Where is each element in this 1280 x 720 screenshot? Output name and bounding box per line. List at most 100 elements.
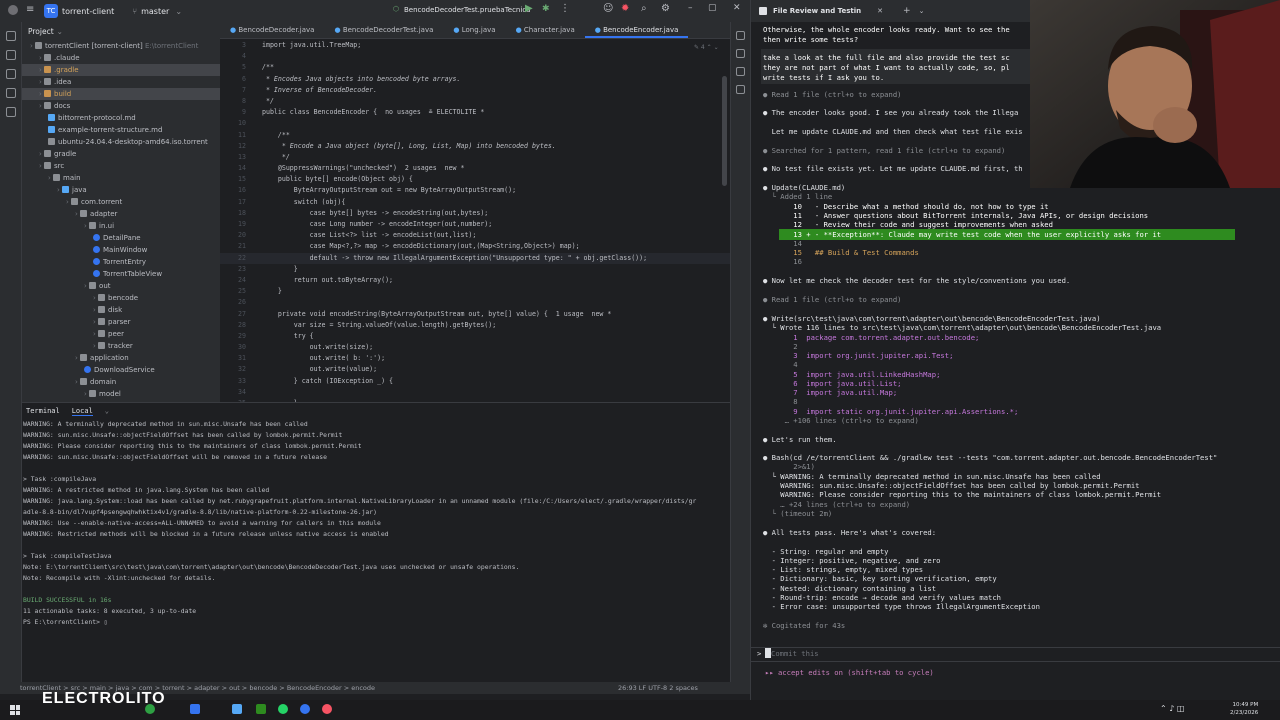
line-number[interactable]: 28: [220, 320, 252, 331]
line-number[interactable]: 29: [220, 331, 252, 342]
tree-item[interactable]: bittorrent-protocol.md: [22, 112, 220, 124]
gutter[interactable]: [252, 208, 262, 219]
status-right-info[interactable]: 26:93 LF UTF-8 2 spaces: [618, 682, 698, 694]
gutter[interactable]: [252, 130, 262, 141]
project-panel-title[interactable]: Project: [28, 27, 54, 36]
tree-item[interactable]: › src: [22, 160, 220, 172]
git-tool-icon[interactable]: [5, 69, 16, 79]
claude-tab-title[interactable]: File Review and Testin: [773, 7, 861, 15]
gutter[interactable]: [252, 40, 262, 51]
gutter[interactable]: [252, 230, 262, 241]
tree-item[interactable]: › com.torrent: [22, 196, 220, 208]
line-number[interactable]: 26: [220, 297, 252, 308]
editor-scrollbar[interactable]: [722, 76, 727, 186]
tree-item[interactable]: ubuntu-24.04.4-desktop-amd64.iso.torrent: [22, 136, 220, 148]
line-number[interactable]: 32: [220, 364, 252, 375]
taskbar-app-icon[interactable]: [190, 704, 200, 714]
line-number[interactable]: 23: [220, 264, 252, 275]
terminal-panel[interactable]: Terminal Local ⌄ WARNING: A terminally d…: [22, 402, 730, 682]
line-number[interactable]: 8: [220, 96, 252, 107]
line-number[interactable]: 27: [220, 309, 252, 320]
tree-item[interactable]: › tracker: [22, 340, 220, 352]
line-number[interactable]: 7: [220, 85, 252, 96]
tree-item[interactable]: TorrentTableView: [22, 268, 220, 280]
gutter[interactable]: [252, 74, 262, 85]
line-number[interactable]: 13: [220, 152, 252, 163]
gutter[interactable]: [252, 253, 262, 264]
gutter[interactable]: [252, 152, 262, 163]
editor-tab[interactable]: ● Character.java: [506, 22, 585, 38]
line-number[interactable]: 12: [220, 141, 252, 152]
tree-item[interactable]: › in.ui: [22, 220, 220, 232]
tree-item[interactable]: › docs: [22, 100, 220, 112]
tree-item[interactable]: › .gradle: [22, 64, 220, 76]
more-actions-icon[interactable]: ⋮: [560, 3, 570, 14]
ai-assistant-icon[interactable]: ✹: [621, 3, 629, 14]
gutter[interactable]: [252, 342, 262, 353]
tree-item[interactable]: › model: [22, 388, 220, 400]
tree-item[interactable]: › .claude: [22, 52, 220, 64]
tree-item[interactable]: › torrentClient [torrent-client] E:\torr…: [22, 40, 220, 52]
new-tab-icon[interactable]: +: [903, 6, 911, 16]
line-number[interactable]: 15: [220, 174, 252, 185]
line-number[interactable]: 10: [220, 118, 252, 129]
line-number[interactable]: 21: [220, 241, 252, 252]
tree-item[interactable]: › domain: [22, 376, 220, 388]
gutter[interactable]: [252, 297, 262, 308]
gutter[interactable]: [252, 320, 262, 331]
editor-tab[interactable]: ● Long.java: [443, 22, 505, 38]
line-number[interactable]: 17: [220, 197, 252, 208]
line-number[interactable]: 31: [220, 353, 252, 364]
tab-local[interactable]: Local: [71, 407, 93, 416]
gutter[interactable]: [252, 62, 262, 73]
editor-tab[interactable]: ● BencodeDecoder.java: [220, 22, 324, 38]
gutter[interactable]: [252, 118, 262, 129]
accept-edits-mode[interactable]: ▸▸ accept edits on (shift+tab to cycle): [765, 668, 934, 677]
gradle-icon[interactable]: [736, 67, 745, 76]
tree-item[interactable]: › gradle: [22, 148, 220, 160]
database-icon[interactable]: [736, 49, 745, 58]
tree-item[interactable]: › main: [22, 172, 220, 184]
line-number[interactable]: 3: [220, 40, 252, 51]
line-number[interactable]: 5: [220, 62, 252, 73]
gutter[interactable]: [252, 141, 262, 152]
taskbar-app-icon[interactable]: [300, 704, 310, 714]
tree-item[interactable]: example-torrent-structure.md: [22, 124, 220, 136]
line-number[interactable]: 30: [220, 342, 252, 353]
tree-item[interactable]: › java: [22, 184, 220, 196]
code-editor[interactable]: 3 import java.util.TreeMap; 4 5 /** 6 * Encod…: [220, 40, 730, 402]
line-number[interactable]: 6: [220, 74, 252, 85]
line-number[interactable]: 11: [220, 130, 252, 141]
copilot-icon[interactable]: [736, 85, 745, 94]
inspection-widget[interactable]: ✎ 4 ⌃ ⌄: [694, 44, 719, 51]
tree-item[interactable]: DownloadService: [22, 364, 220, 376]
gutter[interactable]: [252, 275, 262, 286]
gutter[interactable]: [252, 353, 262, 364]
chevron-down-icon[interactable]: ⌄: [919, 7, 925, 15]
chevron-down-icon[interactable]: ⌄: [105, 407, 109, 415]
line-number[interactable]: 33: [220, 376, 252, 387]
line-number[interactable]: 9: [220, 107, 252, 118]
line-number[interactable]: 22: [220, 253, 252, 264]
gutter[interactable]: [252, 286, 262, 297]
gutter[interactable]: [252, 376, 262, 387]
tree-item[interactable]: MainWindow: [22, 244, 220, 256]
close-icon[interactable]: ✕: [733, 3, 741, 13]
line-number[interactable]: 25: [220, 286, 252, 297]
line-number[interactable]: 16: [220, 185, 252, 196]
gutter[interactable]: [252, 387, 262, 398]
line-number[interactable]: 14: [220, 163, 252, 174]
line-number[interactable]: 4: [220, 51, 252, 62]
whatsapp-icon[interactable]: [278, 704, 288, 714]
gutter[interactable]: [252, 85, 262, 96]
notifications-icon[interactable]: [736, 31, 745, 40]
hamburger-menu-icon[interactable]: ≡: [26, 4, 34, 15]
gutter[interactable]: [252, 51, 262, 62]
run-icon[interactable]: ▶: [525, 3, 533, 14]
user-icon[interactable]: ☺: [603, 3, 613, 14]
tree-item[interactable]: › .idea: [22, 76, 220, 88]
gutter[interactable]: [252, 331, 262, 342]
taskbar-app-icon[interactable]: [232, 704, 242, 714]
gutter[interactable]: [252, 241, 262, 252]
debug-icon[interactable]: ✱: [542, 4, 550, 14]
